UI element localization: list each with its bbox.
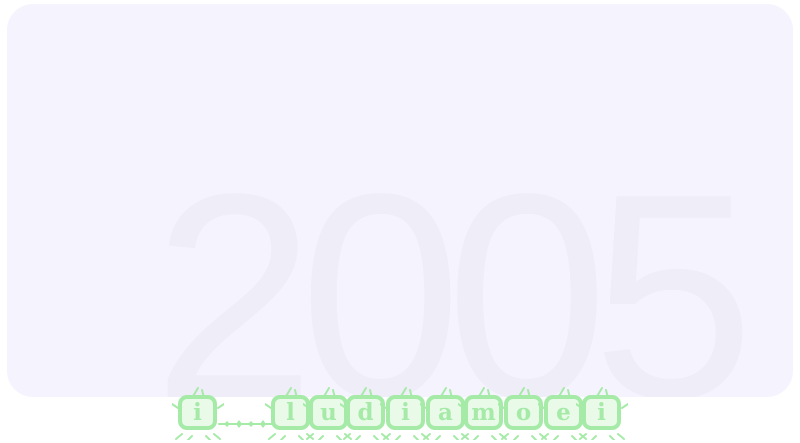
letter-tile: i bbox=[386, 395, 425, 430]
letter-tile: e bbox=[544, 395, 583, 430]
letter-tiles: iludiamoei bbox=[172, 386, 628, 440]
letter-tile: d bbox=[346, 395, 385, 430]
letter-tile: o bbox=[504, 395, 543, 430]
letter-tile: a bbox=[426, 395, 465, 430]
content-panel: 2005 bbox=[7, 4, 793, 397]
letter-tile: i bbox=[178, 395, 217, 430]
letter-tile: m bbox=[464, 395, 503, 430]
year-watermark: 2005 bbox=[153, 133, 755, 397]
letter-tile: i bbox=[582, 395, 621, 430]
letter-tile: l bbox=[271, 395, 310, 430]
letter-tile: u bbox=[309, 395, 348, 430]
dotted-separator-icon bbox=[218, 420, 274, 428]
screen: 2005 iludiamoei bbox=[0, 0, 800, 443]
